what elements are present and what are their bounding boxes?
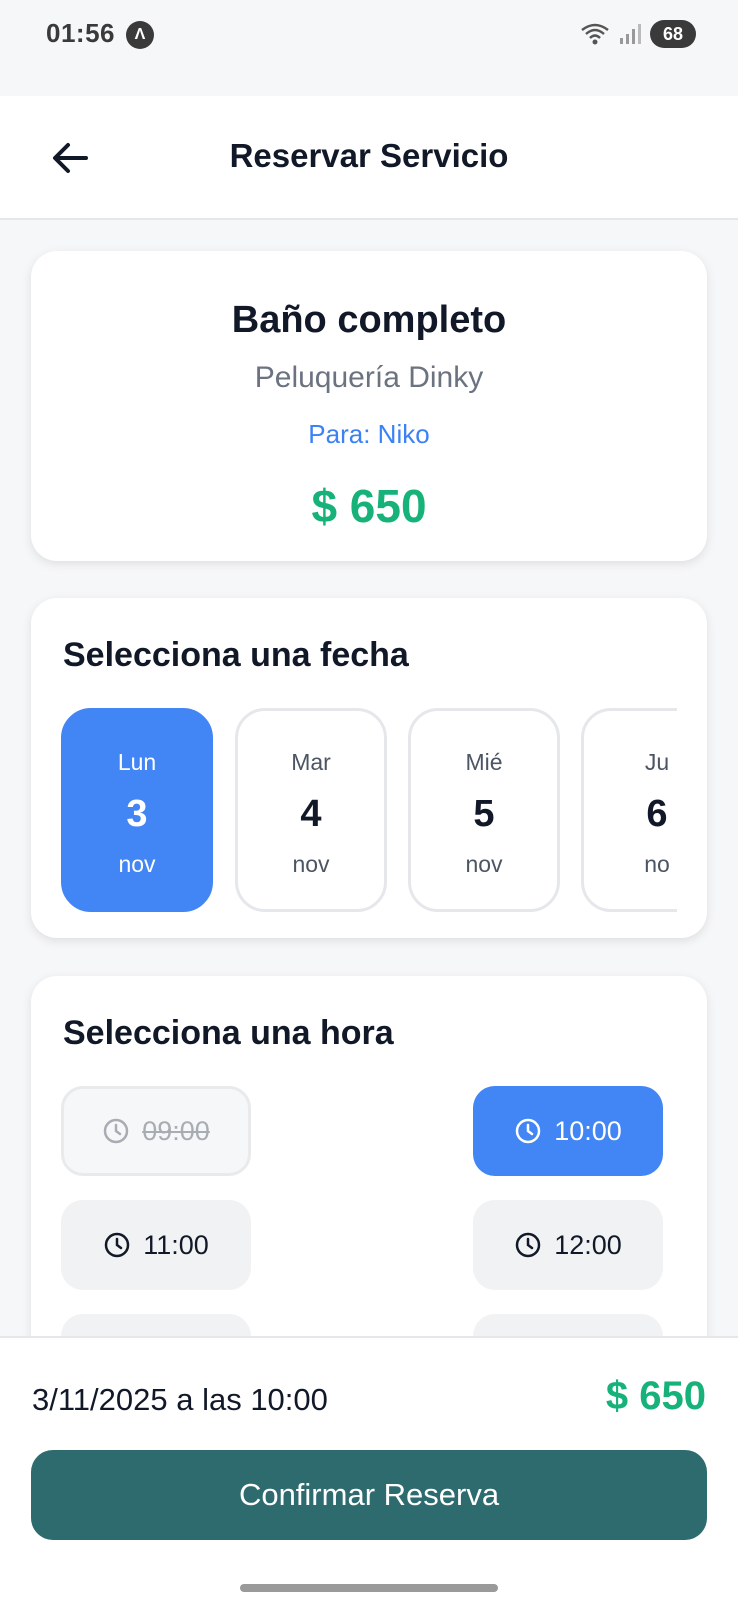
time-slot-label: 09:00 <box>142 1115 210 1146</box>
clock-icon <box>104 1232 130 1258</box>
service-name: Baño completo <box>231 299 507 341</box>
date-chip[interactable]: Ju 6 no <box>581 708 677 912</box>
date-strip[interactable]: Lun 3 nov Mar 4 nov Mié 5 nov Ju 6 no <box>61 708 677 914</box>
scroll-content[interactable]: Baño completo Peluquería Dinky Para: Nik… <box>0 220 738 1336</box>
clock-icon <box>515 1118 541 1144</box>
battery-icon: 68 <box>650 20 696 48</box>
date-chip-weekday: Mar <box>291 749 331 775</box>
time-slot-label: 11:00 <box>143 1229 209 1260</box>
signal-icon <box>620 24 641 44</box>
clock-icon <box>103 1118 129 1144</box>
confirm-booking-button[interactable]: Confirmar Reserva <box>31 1450 707 1540</box>
booking-summary-bar: 3/11/2025 a las 10:00 $ 650 Confirmar Re… <box>0 1336 738 1600</box>
date-chip-month: no <box>644 851 670 877</box>
time-slot-label: 12:00 <box>554 1229 622 1260</box>
date-chip-day: 6 <box>646 793 668 835</box>
time-slot[interactable]: 09:00 <box>61 1086 251 1176</box>
date-chip[interactable]: Mié 5 nov <box>408 708 560 912</box>
date-chip[interactable]: Mar 4 nov <box>235 708 387 912</box>
clock-icon <box>515 1232 541 1258</box>
date-selection-card: Selecciona una fecha Lun 3 nov Mar 4 nov… <box>31 598 707 938</box>
date-chip-day: 3 <box>126 793 148 835</box>
status-bar: 01:56 Λ 68 <box>0 0 738 96</box>
date-chip-month: nov <box>118 851 156 877</box>
time-slot-label: 10:00 <box>554 1115 622 1146</box>
service-pet: Para: Niko <box>308 419 430 449</box>
time-slot[interactable]: 11:00 <box>61 1200 251 1290</box>
date-chip-day: 4 <box>300 793 322 835</box>
booking-summary-datetime: 3/11/2025 a las 10:00 <box>32 1382 328 1417</box>
time-selection-card: Selecciona una hora 09:00 10:00 11:00 12… <box>31 976 707 1336</box>
date-section-title: Selecciona una fecha <box>63 636 409 674</box>
time-slot[interactable]: 10:00 <box>473 1086 663 1176</box>
booking-summary-price: $ 650 <box>605 1374 706 1418</box>
date-chip-month: nov <box>292 851 330 877</box>
service-provider: Peluquería Dinky <box>254 361 484 394</box>
time-slot-partial[interactable] <box>61 1314 251 1336</box>
date-chip-weekday: Mié <box>465 749 503 775</box>
date-chip-weekday: Ju <box>644 749 670 775</box>
date-chip-weekday: Lun <box>117 749 157 775</box>
date-chip-month: nov <box>465 851 503 877</box>
service-price: $ 650 <box>311 480 427 532</box>
app-header: Reservar Servicio <box>0 96 738 220</box>
page-title: Reservar Servicio <box>229 137 509 174</box>
wifi-icon <box>581 23 609 45</box>
time-slot-partial[interactable] <box>473 1314 663 1336</box>
date-chip-day: 5 <box>473 793 495 835</box>
status-time: 01:56 <box>46 18 115 48</box>
app-notification-icon: Λ <box>126 21 154 49</box>
service-card: Baño completo Peluquería Dinky Para: Nik… <box>31 251 707 561</box>
home-indicator[interactable] <box>240 1584 498 1592</box>
time-slot[interactable]: 12:00 <box>473 1200 663 1290</box>
status-icons: 68 <box>580 18 696 50</box>
date-chip[interactable]: Lun 3 nov <box>61 708 213 912</box>
time-section-title: Selecciona una hora <box>63 1014 394 1052</box>
